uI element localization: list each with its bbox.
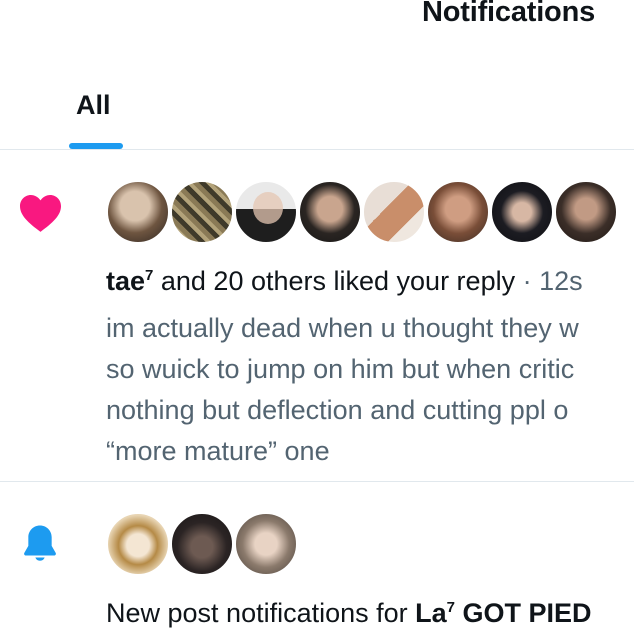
notification-divider [0, 481, 634, 482]
reply-text-line: im actually dead when u thought they w [106, 313, 579, 343]
avatar[interactable] [234, 512, 298, 576]
new-post-text: New post notifications for La7 GOT PIED [106, 598, 592, 628]
avatar[interactable] [298, 180, 362, 244]
reply-text-line: “more mature” one [106, 436, 330, 466]
liker-name[interactable]: tae7 [106, 266, 153, 296]
tab-all[interactable]: All [76, 90, 111, 121]
timestamp: · 12s [515, 266, 583, 296]
avatar[interactable] [106, 180, 170, 244]
tabs-divider [0, 149, 634, 150]
avatar[interactable] [106, 512, 170, 576]
avatar[interactable] [170, 180, 234, 244]
reply-text-line: so wuick to jump on him but when critic [106, 354, 575, 384]
avatar[interactable] [426, 180, 490, 244]
page-title: Notifications [422, 0, 596, 28]
like-action-text: and 20 others liked your reply [153, 266, 516, 296]
avatar[interactable] [362, 180, 426, 244]
avatar[interactable] [170, 512, 234, 576]
account-name[interactable]: La7 GOT PIED [415, 598, 591, 628]
avatar[interactable] [234, 180, 298, 244]
avatar[interactable] [490, 180, 554, 244]
like-summary: tae7 and 20 others liked your reply · 12… [106, 266, 634, 297]
bell-icon [24, 525, 56, 561]
reply-text-line: nothing but deflection and cutting ppl o [106, 395, 569, 425]
avatar[interactable] [554, 180, 618, 244]
heart-icon [20, 194, 61, 232]
